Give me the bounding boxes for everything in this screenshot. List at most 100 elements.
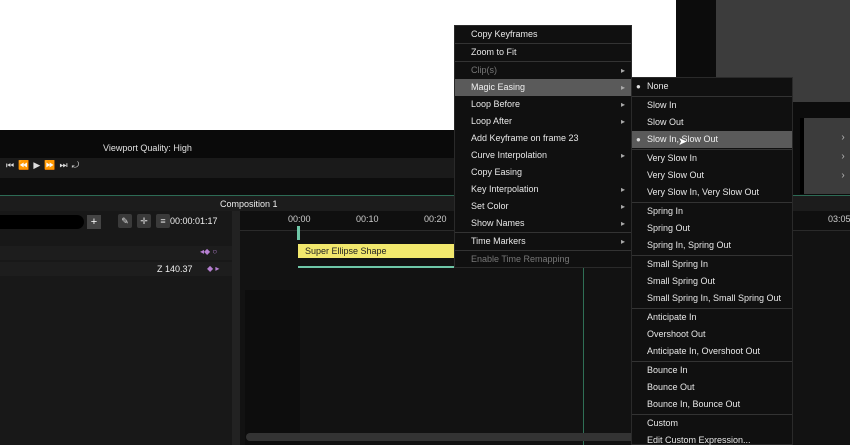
easing-option-small-spring-in-out[interactable]: Small Spring In, Small Spring Out — [632, 290, 792, 307]
search-input[interactable] — [0, 215, 84, 229]
easing-option-very-slow-out[interactable]: Very Slow Out — [632, 167, 792, 184]
menu-item-key-interpolation[interactable]: Key Interpolation ▸ — [455, 181, 631, 198]
chevron-right-icon: ▸ — [620, 117, 625, 126]
loop-icon[interactable]: ⤾ — [72, 160, 80, 171]
menu-item-loop-after[interactable]: Loop After ▸ — [455, 113, 631, 130]
menu-item-copy-easing[interactable]: Copy Easing — [455, 164, 631, 181]
menu-item-magic-easing[interactable]: Magic Easing ▸ — [455, 79, 631, 96]
easing-option-custom[interactable]: Custom — [632, 415, 792, 432]
menu-item-zoom-to-fit[interactable]: Zoom to Fit — [455, 44, 631, 61]
menu-item-label: Small Spring In, Small Spring Out — [647, 293, 782, 303]
menu-item-enable-time-remapping[interactable]: Enable Time Remapping — [455, 251, 631, 268]
menu-item-loop-before[interactable]: Loop Before ▸ — [455, 96, 631, 113]
chevron-right-icon[interactable]: › — [841, 151, 844, 162]
chevron-right-icon: ▸ — [620, 185, 625, 194]
sliders-icon[interactable]: ≡ — [156, 214, 170, 228]
menu-item-label: Very Slow Out — [647, 170, 705, 180]
menu-item-copy-keyframes[interactable]: Copy Keyframes — [455, 26, 631, 43]
ruler-label: 03:05 — [828, 214, 850, 224]
menu-item-label: None — [647, 81, 669, 91]
chevron-right-icon: ▸ — [620, 83, 625, 92]
layer-bar-label: Super Ellipse Shape — [305, 246, 387, 256]
selected-dot-icon: ● — [636, 135, 641, 144]
menu-item-time-markers[interactable]: Time Markers ▸ — [455, 233, 631, 250]
menu-item-label: Loop After — [471, 116, 513, 126]
menu-item-label: Very Slow In, Very Slow Out — [647, 187, 760, 197]
keyframe-track[interactable] — [298, 266, 458, 268]
skip-start-icon[interactable]: ⏮ — [6, 160, 14, 171]
easing-option-bounce-out[interactable]: Bounce Out — [632, 379, 792, 396]
easing-option-bounce-in[interactable]: Bounce In — [632, 362, 792, 379]
timecode[interactable]: 00:00:01:17 — [170, 216, 218, 226]
z-value[interactable]: 140.37 — [165, 264, 193, 274]
keyframe-nav-icon[interactable]: ◂◆ ○ — [200, 247, 217, 256]
menu-item-set-color[interactable]: Set Color ▸ — [455, 198, 631, 215]
easing-option-spring-in-out[interactable]: Spring In, Spring Out — [632, 237, 792, 254]
chevron-right-icon: ▸ — [620, 219, 625, 228]
chevron-right-icon: ▸ — [620, 237, 625, 246]
easing-option-bounce-in-out[interactable]: Bounce In, Bounce Out — [632, 396, 792, 413]
easing-option-very-slow-in-out[interactable]: Very Slow In, Very Slow Out — [632, 184, 792, 201]
menu-item-label: Spring In, Spring Out — [647, 240, 732, 250]
menu-item-label: Clip(s) — [471, 65, 497, 75]
menu-item-label: Bounce Out — [647, 382, 695, 392]
panel-splitter[interactable] — [232, 211, 240, 445]
ruler-label: 00:10 — [356, 214, 379, 224]
composition-title[interactable]: Composition 1 — [220, 199, 278, 209]
keyframe-toggle-icon[interactable]: ◆ ▸ — [207, 264, 219, 273]
layer-tools: ✎ ✛ ≡ — [118, 214, 170, 228]
menu-item-label: Spring In — [647, 206, 684, 216]
easing-option-edit-custom-expression[interactable]: Edit Custom Expression... — [632, 432, 792, 445]
menu-item-label: Edit Custom Expression... — [647, 435, 751, 445]
chevron-right-icon: ▸ — [620, 202, 625, 211]
ruler-label: 00:20 — [424, 214, 447, 224]
easing-option-small-spring-in[interactable]: Small Spring In — [632, 256, 792, 273]
viewport-quality-label[interactable]: Viewport Quality: High — [103, 143, 192, 153]
step-back-icon[interactable]: ⏪ — [18, 160, 29, 171]
skip-end-icon[interactable]: ⏭ — [59, 160, 67, 171]
easing-option-very-slow-in[interactable]: Very Slow In — [632, 150, 792, 167]
property-row[interactable] — [0, 262, 232, 276]
add-layer-button[interactable]: + — [87, 215, 101, 229]
ruler-label: 00:00 — [288, 214, 311, 224]
easing-option-spring-out[interactable]: Spring Out — [632, 220, 792, 237]
menu-item-clips[interactable]: Clip(s) ▸ — [455, 62, 631, 79]
right-toolbar: › › › — [836, 120, 850, 194]
easing-option-spring-in[interactable]: Spring In — [632, 203, 792, 220]
menu-item-label: Custom — [647, 418, 679, 428]
easing-option-small-spring-out[interactable]: Small Spring Out — [632, 273, 792, 290]
z-label: Z — [157, 264, 163, 274]
easing-option-slow-out[interactable]: Slow Out — [632, 114, 792, 131]
menu-item-label: Curve Interpolation — [471, 150, 548, 160]
layer-row[interactable] — [0, 246, 232, 260]
brush-icon[interactable]: ✎ — [118, 214, 132, 228]
menu-item-label: Anticipate In — [647, 312, 697, 322]
chevron-right-icon[interactable]: › — [841, 170, 844, 181]
magic-easing-submenu: ● None Slow In Slow Out ● Slow In, Slow Ou… — [631, 77, 793, 445]
menu-item-label: Magic Easing — [471, 82, 526, 92]
easing-option-slow-in[interactable]: Slow In — [632, 97, 792, 114]
menu-item-label: Add Keyframe on frame 23 — [471, 133, 579, 143]
easing-option-slow-in-slow-out[interactable]: ● Slow In, Slow Out — [632, 131, 792, 148]
step-forward-icon[interactable]: ⏩ — [44, 160, 55, 171]
snap-icon[interactable]: ✛ — [137, 214, 151, 228]
menu-item-label: Key Interpolation — [471, 184, 539, 194]
easing-option-none[interactable]: ● None — [632, 78, 792, 95]
menu-item-label: Very Slow In — [647, 153, 698, 163]
menu-item-label: Overshoot Out — [647, 329, 706, 339]
menu-item-curve-interpolation[interactable]: Curve Interpolation ▸ — [455, 147, 631, 164]
easing-option-overshoot-out[interactable]: Overshoot Out — [632, 326, 792, 343]
chevron-right-icon[interactable]: › — [841, 132, 844, 143]
menu-item-add-keyframe[interactable]: Add Keyframe on frame 23 — [455, 130, 631, 147]
easing-option-anticipate-in[interactable]: Anticipate In — [632, 309, 792, 326]
playhead[interactable] — [297, 226, 300, 240]
menu-item-label: Slow In — [647, 100, 677, 110]
menu-item-label: Small Spring Out — [647, 276, 716, 286]
easing-option-anticipate-overshoot[interactable]: Anticipate In, Overshoot Out — [632, 343, 792, 360]
play-icon[interactable]: ▶ — [33, 160, 40, 171]
chevron-right-icon: ▸ — [620, 66, 625, 75]
z-property[interactable]: Z 140.37 — [157, 264, 193, 274]
menu-item-label: Loop Before — [471, 99, 521, 109]
menu-item-label: Anticipate In, Overshoot Out — [647, 346, 761, 356]
menu-item-show-names[interactable]: Show Names ▸ — [455, 215, 631, 232]
